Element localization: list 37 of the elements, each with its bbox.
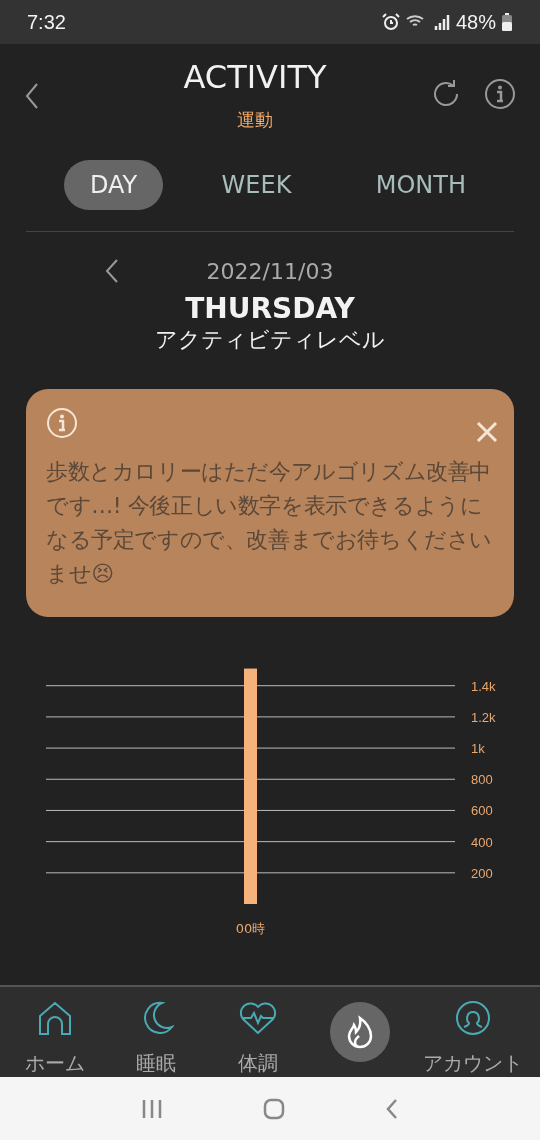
status-time: 7:32 [27,10,66,34]
y-tick-label: 1.2k [471,709,496,725]
notice-message: 歩数とカロリーはただ今アルゴリズム改善中です…! 今後正しい数字を表示できるようになる予定ですので、改善までお待ちくださいませ😣 [46,458,493,588]
info-icon [46,407,78,439]
alarm-icon [381,13,400,31]
home-button[interactable] [263,1097,285,1120]
nav-item[interactable]: ホーム [11,987,98,1077]
nav-item[interactable]: 体調 [215,987,301,1077]
y-tick-label: 600 [471,803,493,819]
account-icon [455,999,492,1036]
y-tick-label: 1.4k [471,678,496,694]
period-tab[interactable]: MONTH [349,160,492,210]
y-tick-label: 400 [471,834,493,850]
battery-percentage: 48% [455,10,496,34]
y-tick-label: 200 [471,865,493,881]
x-tick-label: 00時 [235,921,266,936]
battery-icon [502,13,512,31]
y-tick-label: 800 [471,772,493,788]
weekday-label: THURSDAY [185,292,355,325]
period-tab[interactable]: WEEK [195,160,318,210]
recent-apps-button[interactable] [141,1097,163,1120]
back-button[interactable] [24,82,40,110]
close-button[interactable] [476,421,498,443]
heart-pulse-icon [239,1000,277,1035]
period-tab[interactable]: DAY [64,160,164,210]
info-button[interactable] [484,78,516,110]
home-icon [36,999,73,1036]
section-subtitle: アクティビティレベル [155,326,385,354]
date-label: 2022/11/03 [206,258,334,284]
y-tick-label: 1k [471,741,485,757]
page-title: ACTIVITY [183,58,327,96]
nav-item[interactable]: 睡眠 [113,987,200,1077]
signal-icon [433,14,450,30]
system-back-button[interactable] [385,1097,399,1120]
previous-day-button[interactable] [104,258,120,284]
page-subtitle: 運動 [237,108,273,132]
nav-item[interactable]: アカウント [418,987,529,1077]
